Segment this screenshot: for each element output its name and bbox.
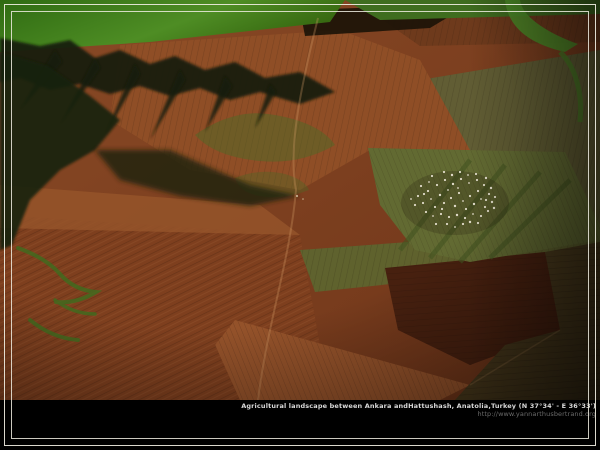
wallpaper: Agricultural landscape between Ankara an… <box>0 0 600 450</box>
caption-band: Agricultural landscape between Ankara an… <box>0 400 600 450</box>
right-edge-shade <box>0 0 600 400</box>
photo-credit-url: http://www.yannarthusbertrand.org <box>477 410 596 418</box>
aerial-photo-art <box>0 0 600 400</box>
aerial-photo <box>0 0 600 400</box>
